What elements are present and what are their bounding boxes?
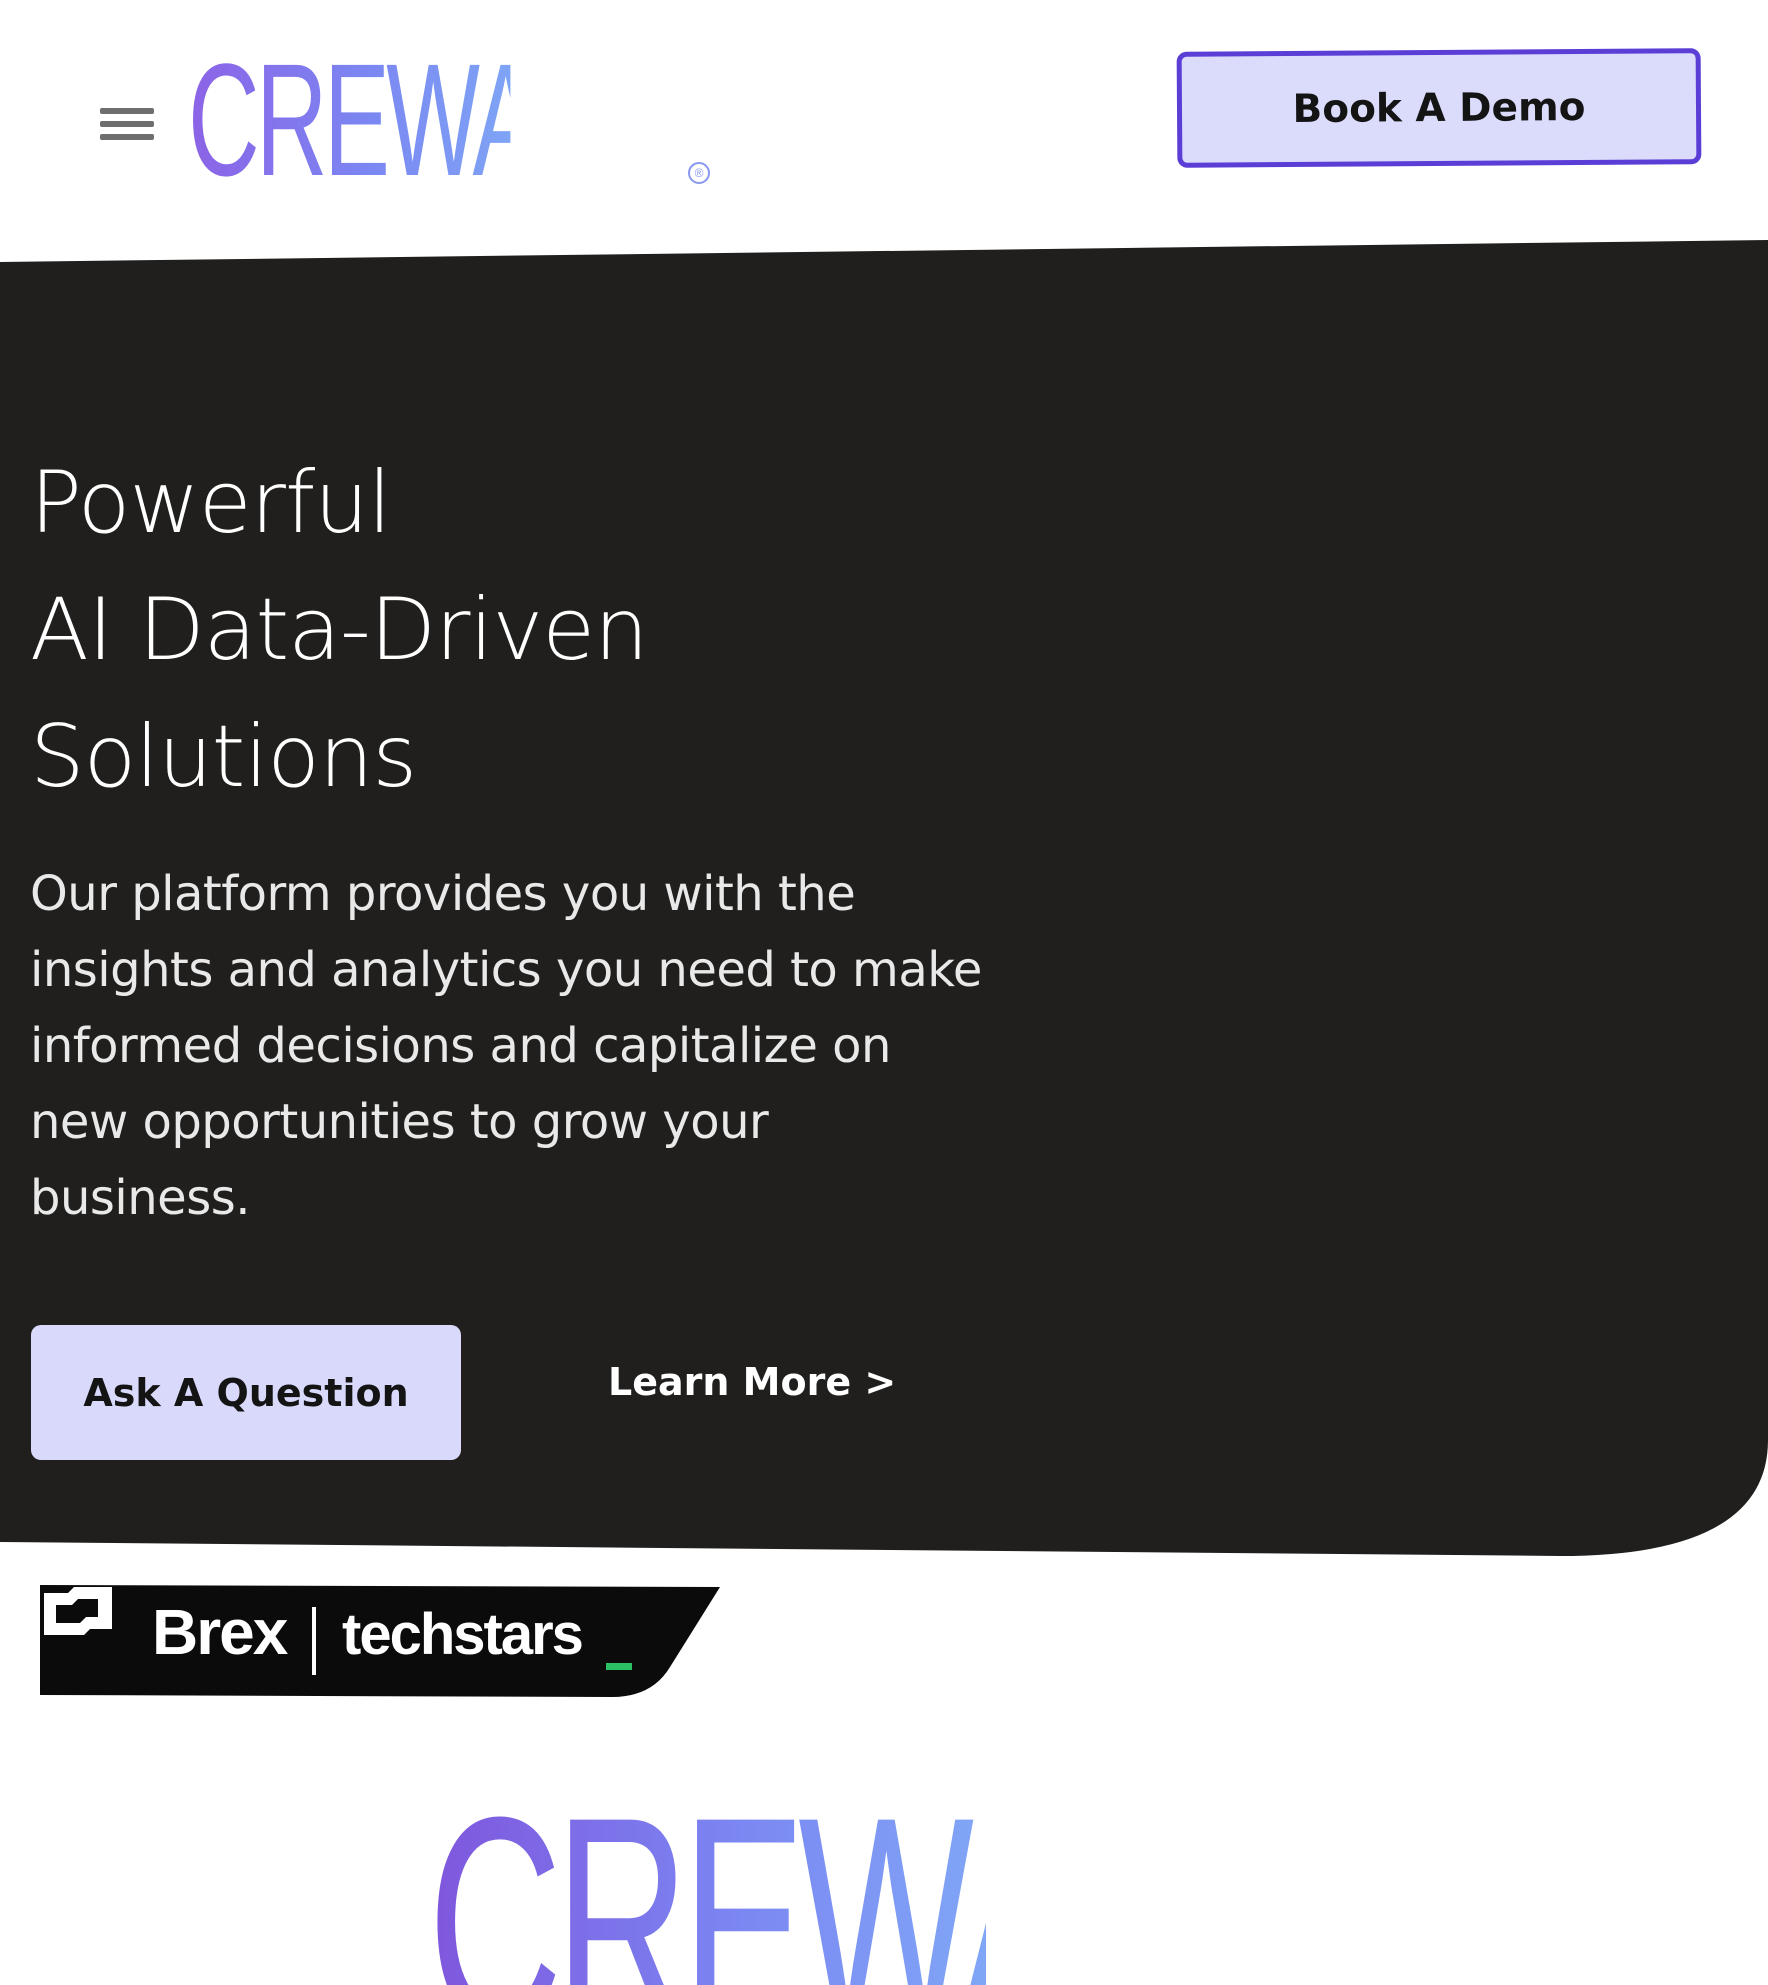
techstars-underscore-mark — [606, 1663, 632, 1670]
hero-headline: Powerful AI Data-Driven Solutions — [30, 440, 649, 821]
learn-more-link[interactable]: Learn More > — [608, 1360, 896, 1404]
brex-label: Brex — [152, 1596, 288, 1668]
brand-logo-text: CREWASIS — [188, 30, 687, 209]
headline-line-3: Solutions — [30, 707, 417, 807]
page: Powerful AI Data-Driven Solutions Our pl… — [0, 0, 1768, 1985]
hamburger-menu-icon[interactable] — [100, 108, 154, 150]
hero-section: Powerful AI Data-Driven Solutions Our pl… — [0, 0, 1768, 1560]
registered-mark: ® — [688, 162, 710, 184]
footer-brand-logo-text: CREWASIS — [428, 1800, 1328, 1985]
footer-brand-logo: CREWASIS — [428, 1800, 1328, 1985]
ask-question-button[interactable]: Ask A Question — [31, 1325, 461, 1460]
techstars-label: techstars — [342, 1602, 584, 1667]
headline-line-1: Powerful — [30, 453, 392, 553]
brex-logo-icon — [44, 1587, 112, 1635]
sponsor-divider — [312, 1607, 316, 1675]
sponsor-banner: Brex techstars — [40, 1585, 720, 1697]
hero-description: Our platform provides you with the insig… — [30, 866, 982, 1226]
book-demo-button[interactable]: Book A Demo — [1176, 48, 1702, 168]
headline-line-2: AI Data-Driven — [30, 580, 649, 680]
brand-logo[interactable]: CREWASIS — [188, 40, 708, 200]
